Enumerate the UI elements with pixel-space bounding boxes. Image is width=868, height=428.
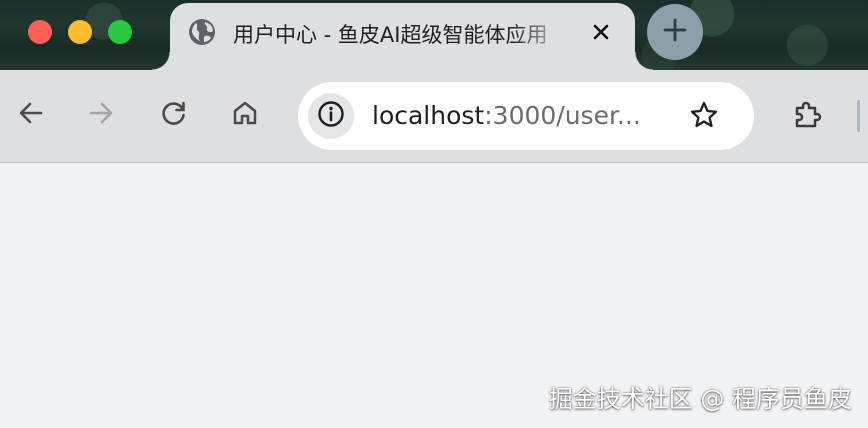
home-icon: [230, 98, 260, 132]
site-info-button[interactable]: [308, 93, 354, 139]
address-bar[interactable]: localhost:3000/user...: [298, 82, 754, 150]
browser-tab[interactable]: 用户中心 - 鱼皮AI超级智能体应用: [152, 3, 653, 70]
close-icon[interactable]: [586, 17, 616, 47]
arrow-left-icon: [16, 98, 46, 132]
plus-icon: [662, 17, 688, 47]
extensions-button[interactable]: [785, 95, 829, 139]
page-content: 掘金技术社区 @ 程序员鱼皮: [0, 163, 868, 428]
bookmark-button[interactable]: [686, 99, 722, 135]
new-tab-button[interactable]: [647, 4, 703, 60]
back-button[interactable]: [11, 95, 51, 135]
toolbar-divider: [857, 100, 860, 132]
url-path: :3000/user...: [484, 101, 641, 130]
puzzle-icon: [790, 98, 824, 136]
tab-title-fade: [510, 13, 578, 53]
window-maximize-button[interactable]: [108, 20, 132, 44]
arrow-right-icon: [86, 98, 116, 132]
forward-button[interactable]: [81, 95, 121, 135]
home-button[interactable]: [225, 95, 265, 135]
window-close-button[interactable]: [28, 20, 52, 44]
window-minimize-button[interactable]: [68, 20, 92, 44]
star-icon: [688, 99, 720, 135]
reload-button[interactable]: [154, 95, 194, 135]
reload-icon: [159, 98, 189, 132]
browser-toolbar: localhost:3000/user...: [0, 70, 868, 163]
globe-icon: [187, 17, 217, 47]
info-icon: [317, 100, 345, 132]
watermark: 掘金技术社区 @ 程序员鱼皮: [548, 385, 852, 413]
window-titlebar: 用户中心 - 鱼皮AI超级智能体应用: [0, 0, 868, 70]
url-host: localhost: [372, 101, 485, 130]
url-text[interactable]: localhost:3000/user...: [372, 101, 641, 130]
